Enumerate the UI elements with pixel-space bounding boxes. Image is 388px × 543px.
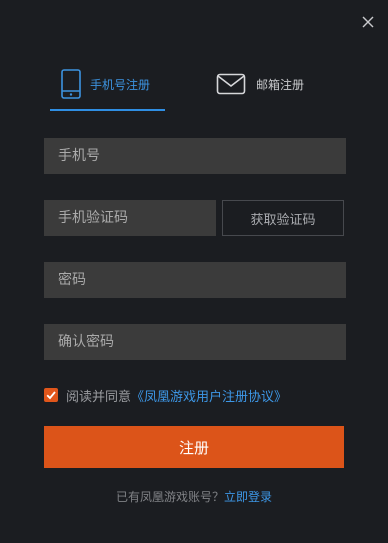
password-input[interactable] [44,262,346,298]
close-button[interactable] [358,12,378,32]
get-code-button[interactable]: 获取验证码 [222,200,344,236]
tab-phone-register[interactable]: 手机号注册 [60,66,150,102]
agreement-text: 阅读并同意 [66,389,132,405]
tab-email-register[interactable]: 邮箱注册 [216,66,304,102]
tab-phone-label: 手机号注册 [90,77,151,92]
phone-input[interactable] [44,138,346,174]
login-prompt: 已有凤凰游戏账号？立即登录 [0,488,388,505]
register-dialog: 手机号注册 邮箱注册 获取验证码 阅读并同意 《凤凰游戏用户注册协议》 注册 已… [0,0,388,543]
close-icon [362,16,374,28]
login-prompt-text: 已有凤凰游戏账号？ [115,490,224,504]
agreement-row: 阅读并同意 《凤凰游戏用户注册协议》 [44,386,287,405]
agreement-checkbox[interactable] [44,388,58,402]
login-link[interactable]: 立即登录 [224,490,272,504]
mail-icon [216,73,246,95]
sms-code-input[interactable] [44,200,216,236]
phone-icon [61,69,81,99]
confirm-password-input[interactable] [44,324,346,360]
active-tab-indicator [50,109,165,111]
register-button[interactable]: 注册 [44,426,344,468]
agreement-link[interactable]: 《凤凰游戏用户注册协议》 [131,386,287,405]
check-icon [46,391,56,400]
tab-email-label: 邮箱注册 [256,77,305,92]
